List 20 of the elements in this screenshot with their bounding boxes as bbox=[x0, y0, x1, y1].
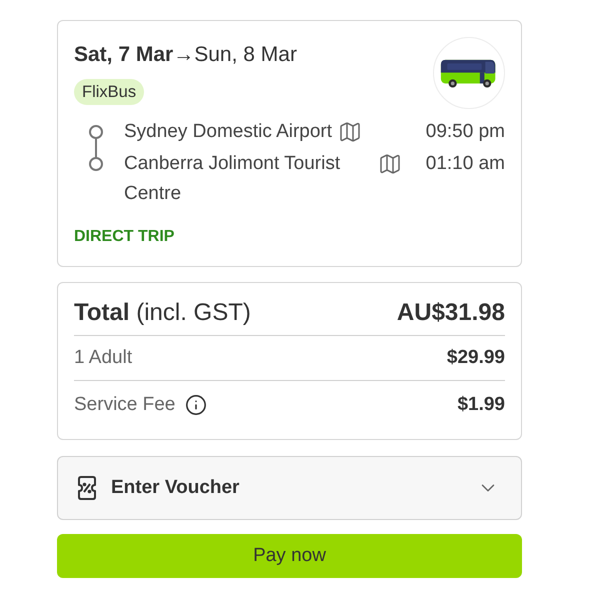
price-line-label: Service Fee bbox=[74, 393, 176, 417]
voucher-ticket-icon bbox=[78, 476, 96, 500]
total-label: Total (incl. GST) bbox=[74, 299, 251, 327]
stop-name: Canberra Jolimont Tourist Centre bbox=[124, 152, 342, 206]
route-timeline-icon bbox=[88, 125, 104, 171]
price-line-amount: $29.99 bbox=[446, 346, 505, 370]
map-icon[interactable] bbox=[378, 152, 402, 176]
total-amount: AU$31.98 bbox=[396, 299, 505, 327]
voucher-toggle[interactable]: Enter Voucher bbox=[57, 456, 522, 520]
stop-time: 09:50 pm bbox=[426, 120, 505, 144]
price-line-label: 1 Adult bbox=[74, 346, 132, 370]
price-line-amount: $1.99 bbox=[457, 393, 505, 417]
trip-dates: Sat, 7 Mar→Sun, 8 Mar bbox=[74, 42, 297, 68]
pay-now-button[interactable]: Pay now bbox=[57, 534, 522, 578]
map-icon[interactable] bbox=[338, 120, 362, 144]
stop-time: 01:10 am bbox=[426, 152, 505, 176]
trip-type: DIRECT TRIP bbox=[74, 228, 174, 245]
operator-badge: FlixBus bbox=[74, 79, 144, 105]
stop-name: Sydney Domestic Airport bbox=[124, 120, 332, 144]
info-icon[interactable] bbox=[185, 394, 208, 416]
